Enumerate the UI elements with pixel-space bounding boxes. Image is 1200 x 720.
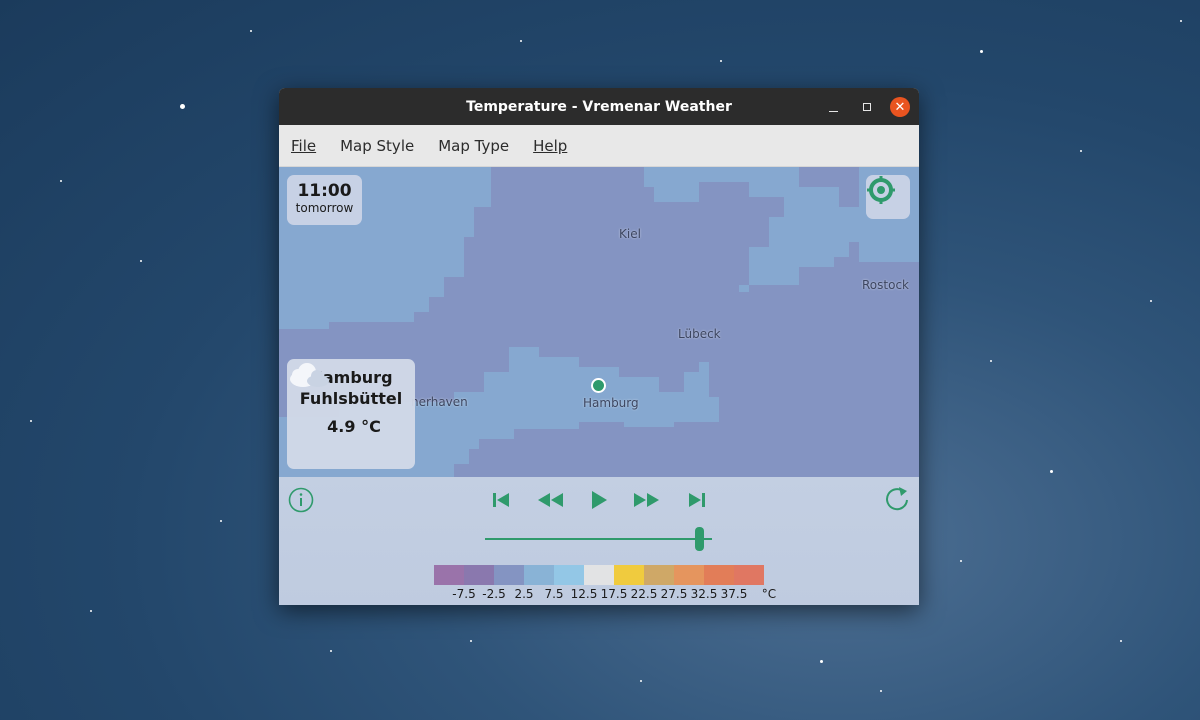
weather-map[interactable]: Kiel Rostock Lübeck Hamburg nerhaven 11:… [279,167,919,477]
menu-file[interactable]: File [291,137,316,155]
rewind-button[interactable] [534,488,566,512]
refresh-icon [886,487,908,511]
legend-swatch [554,565,584,585]
map-label-bremerhaven: nerhaven [411,395,468,409]
map-label-hamburg: Hamburg [583,396,639,410]
legend-swatch [494,565,524,585]
legend-label: 22.5 [630,587,658,601]
map-label-kiel: Kiel [619,227,641,241]
legend-labels: -7.5 -2.5 2.5 7.5 12.5 17.5 22.5 27.5 32… [279,587,919,603]
legend-label: 32.5 [690,587,718,601]
maximize-icon [863,103,871,111]
temperature-legend [434,565,764,585]
skip-first-icon [493,493,509,507]
cloud-icon [290,363,329,387]
legend-swatch [614,565,644,585]
time-slider-track[interactable] [485,538,712,540]
legend-label: 12.5 [570,587,598,601]
legend-label: 7.5 [544,587,564,601]
last-button[interactable] [685,488,709,512]
forecast-time-card: 11:00 tomorrow [287,175,362,225]
current-location-button[interactable] [866,175,910,219]
skip-last-icon [689,493,705,507]
forecast-time: 11:00 [297,181,352,201]
forward-button[interactable] [631,488,663,512]
station-card[interactable]: Hamburg Fuhlsbüttel 4.9 °C [287,359,415,469]
legend-label: -2.5 [482,587,506,601]
legend-label: 27.5 [660,587,688,601]
station-name-line2: Fuhlsbüttel [299,389,403,408]
play-button[interactable] [586,487,612,513]
map-label-rostock: Rostock [862,278,909,292]
fast-forward-icon [634,493,659,507]
app-window: Temperature - Vremenar Weather ✕ File Ma… [279,88,919,605]
legend-swatch [524,565,554,585]
maximize-button[interactable] [857,97,877,117]
info-icon [288,487,314,513]
legend-swatch [644,565,674,585]
minimize-button[interactable] [823,97,843,117]
legend-swatch [674,565,704,585]
menu-map-type[interactable]: Map Type [438,137,509,155]
title-bar[interactable]: Temperature - Vremenar Weather ✕ [279,88,919,125]
legend-swatch [734,565,764,585]
menu-bar: File Map Style Map Type Help [279,125,919,167]
legend-swatch [464,565,494,585]
menu-help[interactable]: Help [533,137,567,155]
window-title: Temperature - Vremenar Weather [466,98,732,115]
minimize-icon [828,110,838,112]
playback-panel: -7.5 -2.5 2.5 7.5 12.5 17.5 22.5 27.5 32… [279,477,919,605]
location-target-icon [867,176,895,204]
station-marker[interactable] [591,378,606,393]
close-button[interactable]: ✕ [890,97,910,117]
legend-swatch [704,565,734,585]
legend-label: -7.5 [452,587,476,601]
info-button[interactable] [288,487,314,513]
play-icon [592,491,607,509]
close-icon: ✕ [894,99,906,115]
legend-unit: °C [761,587,777,601]
map-label-lubeck: Lübeck [678,327,721,341]
station-temperature: 4.9 °C [327,417,381,436]
time-slider-thumb[interactable] [695,527,704,551]
refresh-button[interactable] [882,484,912,514]
legend-label: 2.5 [514,587,534,601]
first-button[interactable] [489,488,513,512]
legend-label: 37.5 [720,587,748,601]
forecast-day: tomorrow [295,201,354,215]
legend-label: 17.5 [600,587,628,601]
legend-swatch [434,565,464,585]
rewind-icon [538,493,563,507]
menu-map-style[interactable]: Map Style [340,137,414,155]
legend-swatch [584,565,614,585]
